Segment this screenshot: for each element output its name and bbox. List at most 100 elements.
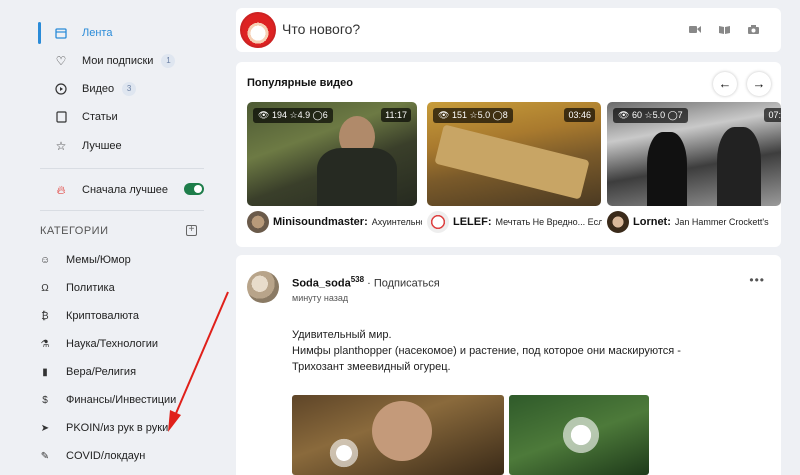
nav-feed-label: Лента [82,27,113,39]
video-stats: 👁︎ 194 ☆4.9 ◯6 [253,108,333,123]
photo-figure [553,407,609,463]
post-text-line: Трихозант змеевидный огурец. [292,361,451,373]
comment-icon: ◯ [667,110,678,120]
views-count: 194 [271,110,287,120]
video-author[interactable]: Minisoundmaster: [273,216,368,228]
post-photo[interactable] [292,395,504,475]
nav-feed[interactable]: Лента [40,20,112,46]
nav-subscriptions[interactable]: ♡ Мои подписки 1 [40,48,176,74]
category-label: Криптовалюта [66,310,139,322]
camera-icon[interactable] [748,25,759,34]
video-title: Мечтать Не Вредно... Если Не... [495,217,603,227]
comment-icon: ◯ [492,110,503,120]
subscribe-link[interactable]: · Подписаться [367,278,440,290]
nav-articles[interactable]: Статьи [40,104,118,130]
category-label: COVID/локдаун [66,450,146,462]
star-icon: ☆ [55,139,67,153]
post-timestamp: минуту назад [292,293,349,303]
nav-best-label: Лучшее [82,140,122,152]
nav-best[interactable]: ☆ Лучшее [40,133,122,159]
prev-arrow-button[interactable]: ← [713,72,737,96]
video-thumbnail[interactable]: 👁︎ 151 ☆5.0 ◯8 03:46 [427,102,601,206]
video-caption[interactable]: Lornet: Jan Hammer Crockett's [607,210,781,234]
divider [40,168,204,169]
comment-icon: ◯ [312,110,323,120]
post-author-line: Soda_soda538 · Подписаться [292,275,440,290]
compose-input[interactable]: Что нового? [282,21,360,37]
video-stats: 👁︎ 151 ☆5.0 ◯8 [433,108,513,123]
category-pkoin[interactable]: ➤ PKOIN/из рук в руки [40,417,168,439]
more-options-icon[interactable]: ••• [749,273,765,287]
category-religion[interactable]: ▮ Вера/Религия [40,361,136,383]
nav-articles-label: Статьи [82,111,118,123]
comments-count: 6 [322,110,328,120]
post-author-name[interactable]: Soda_soda [292,278,351,290]
post-card: Soda_soda538 · Подписаться минуту назад … [236,255,781,475]
video-duration: 03:46 [564,108,595,122]
video-thumbnail[interactable]: 👁︎ 60 ☆5.0 ◯7 07:47 [607,102,781,206]
photo-figure [372,401,432,461]
video-author[interactable]: Lornet: [633,216,671,228]
compose-box[interactable]: Что нового? [236,8,781,52]
thumbnail-figure [647,132,687,206]
video-caption[interactable]: LELEF: Мечтать Не Вредно... Если Не... [427,210,602,234]
category-label: Мемы/Юмор [66,254,131,266]
categories-title: КАТЕГОРИИ [40,225,109,237]
views-icon: 👁︎ [618,110,630,120]
calendar-icon [54,26,68,40]
video-caption[interactable]: Minisoundmaster: Ахуинтельно [247,210,422,234]
category-politics[interactable]: Ω Политика [40,277,114,299]
play-circle-icon [54,82,68,96]
views-icon: 👁︎ [438,110,450,120]
add-category-icon[interactable]: + [186,225,197,236]
comments-count: 8 [502,110,508,120]
arrow-right-icon: → [752,76,766,91]
video-author[interactable]: LELEF: [453,216,492,228]
views-icon: 👁︎ [258,110,270,120]
video-title: Jan Hammer Crockett's [674,217,769,227]
star-icon: ☆ [644,110,653,120]
sidebar: Лента ♡ Мои подписки 1 Видео 3 Статьи ☆ … [0,0,222,475]
video-title: Ахуинтельно [371,217,422,227]
cursor-icon: ➤ [40,422,50,434]
bitcoin-icon: ₿ [41,310,49,322]
category-memes[interactable]: ☺ Мемы/Юмор [40,249,131,271]
arrow-left-icon: ← [718,76,732,91]
pencil-icon: ✎ [40,450,50,462]
book-open-icon[interactable] [719,25,730,34]
subscriptions-count-badge: 1 [161,54,176,68]
popular-videos-panel: Популярные видео ← → 👁︎ 194 ☆4.9 ◯6 11:1… [236,62,781,247]
nav-video-label: Видео [82,83,115,95]
sort-best-first-label: Сначала лучшее [82,184,169,196]
author-avatar[interactable] [607,211,629,233]
views-count: 60 [631,110,642,120]
category-label: Вера/Религия [66,366,137,378]
video-thumbnail[interactable]: 👁︎ 194 ☆4.9 ◯6 11:17 [247,102,417,206]
category-science[interactable]: ⚗ Наука/Технологии [40,333,159,355]
post-author-avatar[interactable] [247,271,279,303]
post-photo[interactable] [509,395,649,475]
book-icon: ▮ [42,366,48,378]
nav-video[interactable]: Видео 3 [40,76,137,102]
category-crypto[interactable]: ₿ Криптовалюта [40,305,139,327]
author-avatar[interactable] [427,211,449,233]
category-covid[interactable]: ✎ COVID/локдаун [40,445,146,467]
flask-icon: ⚗ [40,338,50,350]
photo-figure [322,431,366,475]
category-finance[interactable]: $ Финансы/Инвестиции [40,389,176,411]
post-text: Удивительный мир. Нимфы planthopper (нас… [292,327,762,375]
comments-count: 7 [677,110,683,120]
video-camera-icon[interactable] [689,25,701,34]
category-label: Финансы/Инвестиции [66,394,177,406]
user-avatar[interactable] [240,12,276,48]
nav-subscriptions-label: Мои подписки [82,55,154,67]
sort-best-first-toggle[interactable] [184,183,204,195]
rating-value: 5.0 [477,110,491,120]
next-arrow-button[interactable]: → [747,72,771,96]
author-avatar[interactable] [247,211,269,233]
author-reputation: 538 [350,275,365,284]
document-icon [54,110,68,124]
views-count: 151 [451,110,467,120]
post-text-line: Нимфы planthopper (насекомое) и растение… [292,345,681,357]
video-duration: 11:17 [381,108,411,122]
